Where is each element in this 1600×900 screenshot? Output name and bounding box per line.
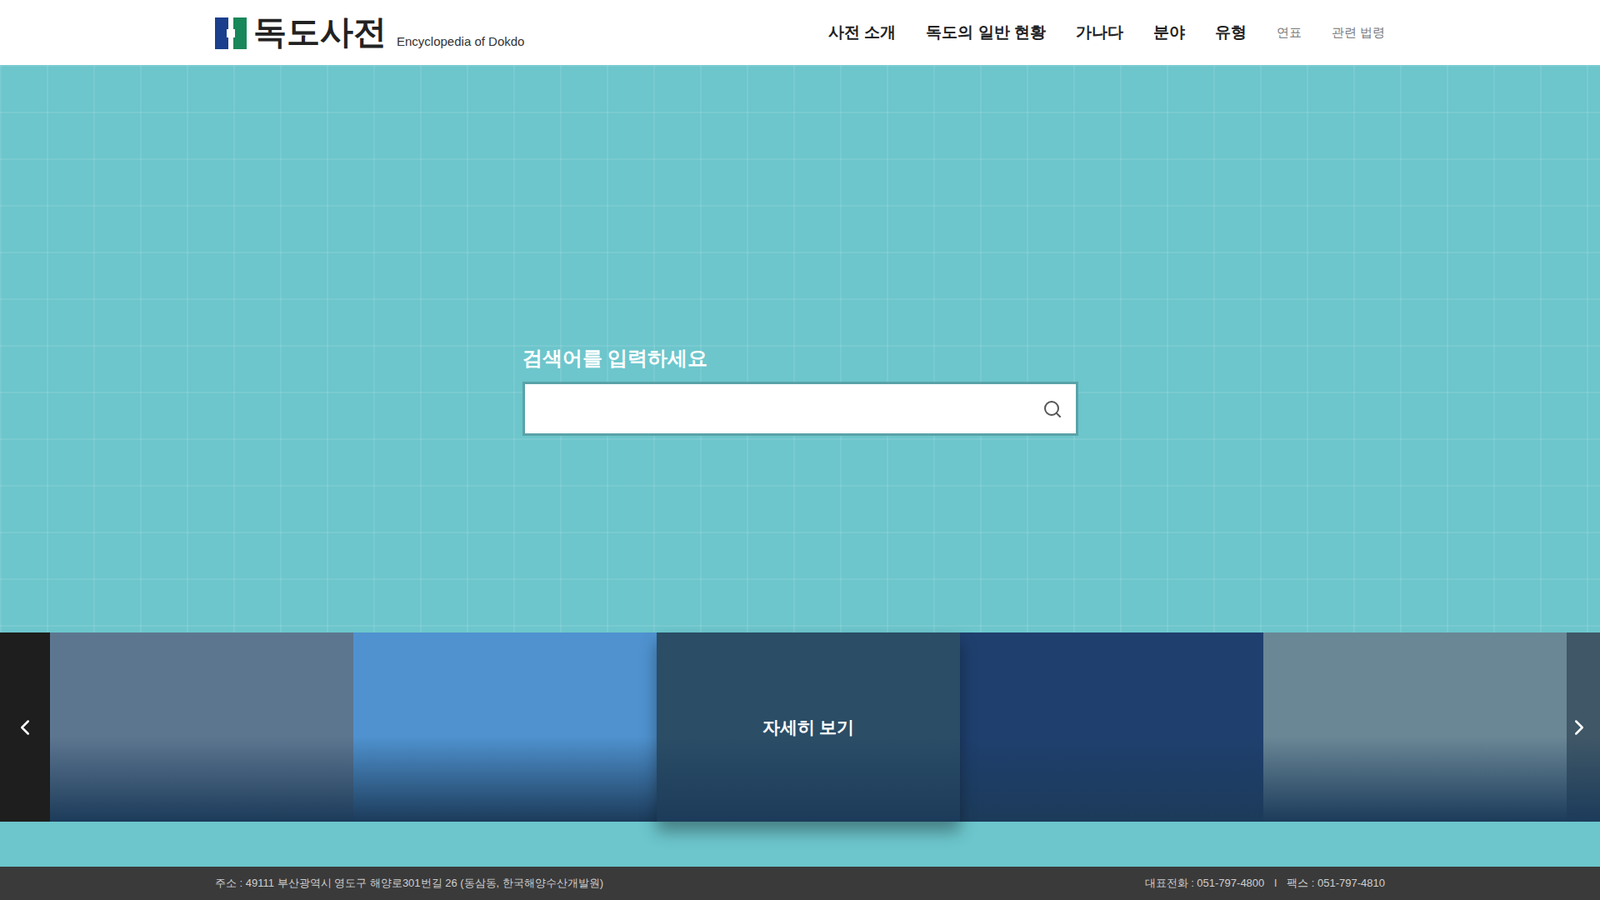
logo-icon (215, 17, 247, 50)
footer-address: 주소 : 49111 부산광역시 영도구 해양로301번길 26 (동삼동, 한… (215, 875, 604, 892)
carousel-slide[interactable] (353, 632, 657, 822)
carousel-slide[interactable] (1263, 632, 1567, 822)
footer-phone: 대표전화 : 051-797-4800 (1145, 875, 1265, 892)
chevron-right-icon (1566, 715, 1592, 740)
nav-item[interactable]: 연표 (1276, 23, 1302, 43)
nav-item[interactable]: 관련 법령 (1331, 23, 1385, 43)
search-box[interactable] (522, 381, 1079, 436)
carousel-prev[interactable] (0, 632, 50, 822)
nav-item[interactable]: 사전 소개 (828, 20, 896, 45)
chevron-left-icon (12, 715, 38, 740)
nav-item[interactable]: 유형 (1215, 20, 1247, 45)
footer-separator: l (1274, 875, 1277, 892)
carousel-slide[interactable] (50, 632, 354, 822)
nav-item[interactable]: 독도의 일반 현황 (925, 20, 1046, 45)
search-icon[interactable] (1042, 399, 1063, 420)
hero: 검색어를 입력하세요 (0, 65, 1600, 633)
main-nav: 사전 소개 독도의 일반 현황 가나다 분야 유형 연표 관련 법령 (828, 20, 1385, 45)
carousel: 자세히 보기 (0, 632, 1600, 822)
footer-fax: 팩스 : 051-797-4810 (1286, 875, 1385, 892)
carousel-next[interactable] (1558, 632, 1600, 822)
nav-item[interactable]: 분야 (1153, 20, 1185, 45)
search-input[interactable] (538, 397, 1043, 420)
spacer-strip (0, 821, 1600, 867)
carousel-slide[interactable] (960, 632, 1264, 822)
slide-overlay-text: 자세히 보기 (762, 714, 855, 741)
search-label: 검색어를 입력하세요 (522, 343, 1079, 374)
logo[interactable]: 독도사전 Encyclopedia of Dokdo (215, 15, 525, 50)
logo-title: 독도사전 (253, 15, 387, 50)
page: 독도사전 Encyclopedia of Dokdo 사전 소개 독도의 일반 현황 가… (0, 0, 1600, 900)
footer: 주소 : 49111 부산광역시 영도구 해양로301번길 26 (동삼동, 한… (0, 866, 1600, 900)
carousel-slide[interactable]: 자세히 보기 (656, 632, 960, 822)
header: 독도사전 Encyclopedia of Dokdo 사전 소개 독도의 일반 현황 가… (0, 0, 1600, 65)
logo-subtitle: Encyclopedia of Dokdo (396, 35, 525, 50)
nav-item[interactable]: 가나다 (1075, 20, 1124, 45)
